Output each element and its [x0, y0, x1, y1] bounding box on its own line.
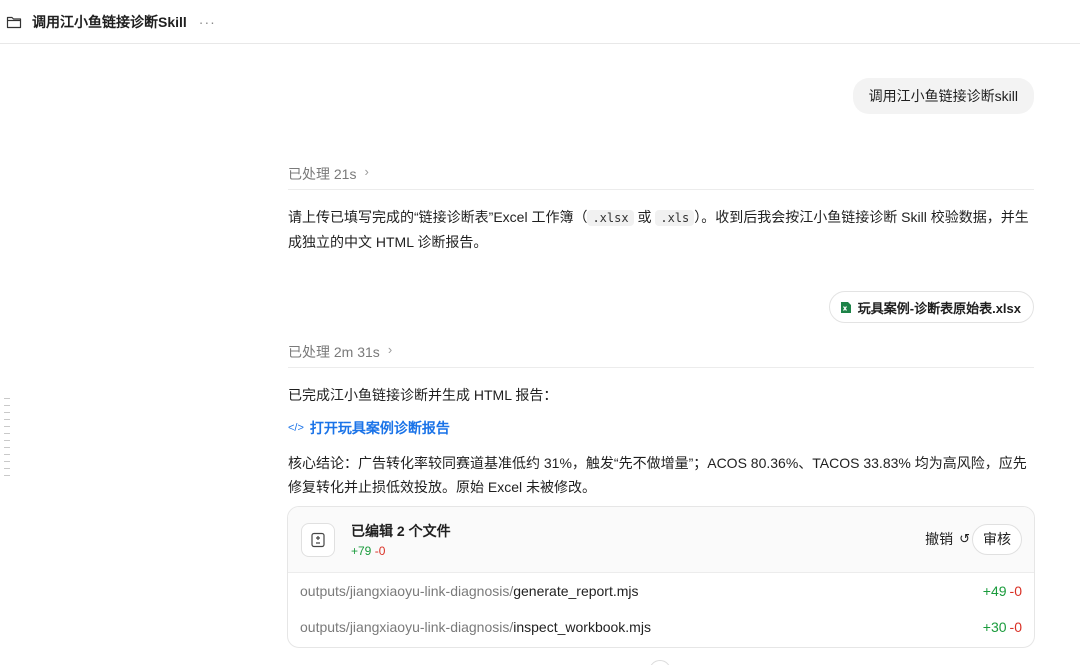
attachment-name: 玩具案例-诊断表原始表.xlsx [857, 300, 1021, 316]
processed-toggle[interactable]: 已处理 21s › [288, 164, 1034, 190]
edited-file-row[interactable]: outputs/jiangxiaoyu-link-diagnosis/inspe… [288, 609, 1034, 645]
lines-added: +79 [351, 544, 372, 558]
file-lines-removed: -0 [1009, 619, 1022, 635]
reply-text-mid: 或 [637, 209, 652, 225]
diff-icon [301, 523, 335, 557]
edited-files-counts: +79 -0 [351, 544, 385, 558]
chevron-right-icon: › [364, 164, 369, 179]
reply-text-before: 请上传已填写完成的“链接诊断表”Excel 工作簿（ [288, 209, 588, 225]
scroll-down-button[interactable] [649, 660, 671, 665]
thread-title: 调用江小鱼链接诊断Skill [32, 13, 187, 30]
review-button[interactable]: 审核 [972, 524, 1022, 555]
file-diff-counts: +49 -0 [983, 583, 1022, 599]
code-icon: </> [288, 422, 304, 434]
file-name: generate_report.mjs [513, 583, 639, 599]
conclusion-text: 核心结论：广告转化率较同赛道基准低约 31%，触发“先不做增量”；ACOS 80… [288, 455, 1027, 495]
scroll-position-ticks[interactable] [4, 398, 12, 482]
processed-label: 已处理 21s [288, 166, 357, 182]
edited-file-row[interactable]: outputs/jiangxiaoyu-link-diagnosis/gener… [288, 573, 1034, 609]
open-report-link[interactable]: </> 打开玩具案例诊断报告 [288, 418, 450, 438]
file-diff-counts: +30 -0 [983, 619, 1022, 635]
lines-removed: -0 [374, 544, 386, 558]
undo-label: 撤销 [925, 531, 954, 547]
file-name: inspect_workbook.mjs [513, 619, 651, 635]
edited-files-header: 已编辑 2 个文件 +79 -0 撤销 ↺ 审核 [288, 507, 1034, 573]
edited-files-title: 已编辑 2 个文件 [351, 523, 451, 539]
folder-icon [6, 14, 22, 30]
assistant-reply: 已完成江小鱼链接诊断并生成 HTML 报告： [288, 387, 558, 403]
inline-code: .xls [655, 210, 695, 226]
edited-files-card: 已编辑 2 个文件 +79 -0 撤销 ↺ 审核 outputs/jiangxi… [287, 506, 1035, 648]
attachment-chip[interactable]: 玩具案例-诊断表原始表.xlsx [828, 291, 1034, 323]
report-link-label: 打开玩具案例诊断报告 [309, 420, 450, 436]
file-lines-added: +49 [982, 583, 1007, 599]
processed-toggle[interactable]: 已处理 2m 31s › [288, 342, 1034, 368]
undo-button[interactable]: 撤销 ↺ [925, 529, 970, 549]
file-lines-added: +30 [982, 619, 1007, 635]
undo-icon: ↺ [959, 531, 970, 546]
inline-code: .xlsx [587, 210, 634, 226]
file-dir: outputs/jiangxiaoyu-link-diagnosis/ [300, 583, 514, 599]
processed-label: 已处理 2m 31s [288, 344, 380, 360]
excel-file-icon [840, 301, 852, 314]
more-options-button[interactable]: ··· [199, 14, 216, 30]
chevron-right-icon: › [387, 342, 393, 357]
top-bar: 调用江小鱼链接诊断Skill ··· [0, 0, 1080, 44]
file-lines-removed: -0 [1009, 583, 1022, 599]
assistant-reply: 请上传已填写完成的“链接诊断表”Excel 工作簿（ .xlsx 或 .xls）。… [288, 205, 1034, 254]
file-dir: outputs/jiangxiaoyu-link-diagnosis/ [300, 619, 514, 635]
user-message: 调用江小鱼链接诊断skill [852, 78, 1034, 114]
